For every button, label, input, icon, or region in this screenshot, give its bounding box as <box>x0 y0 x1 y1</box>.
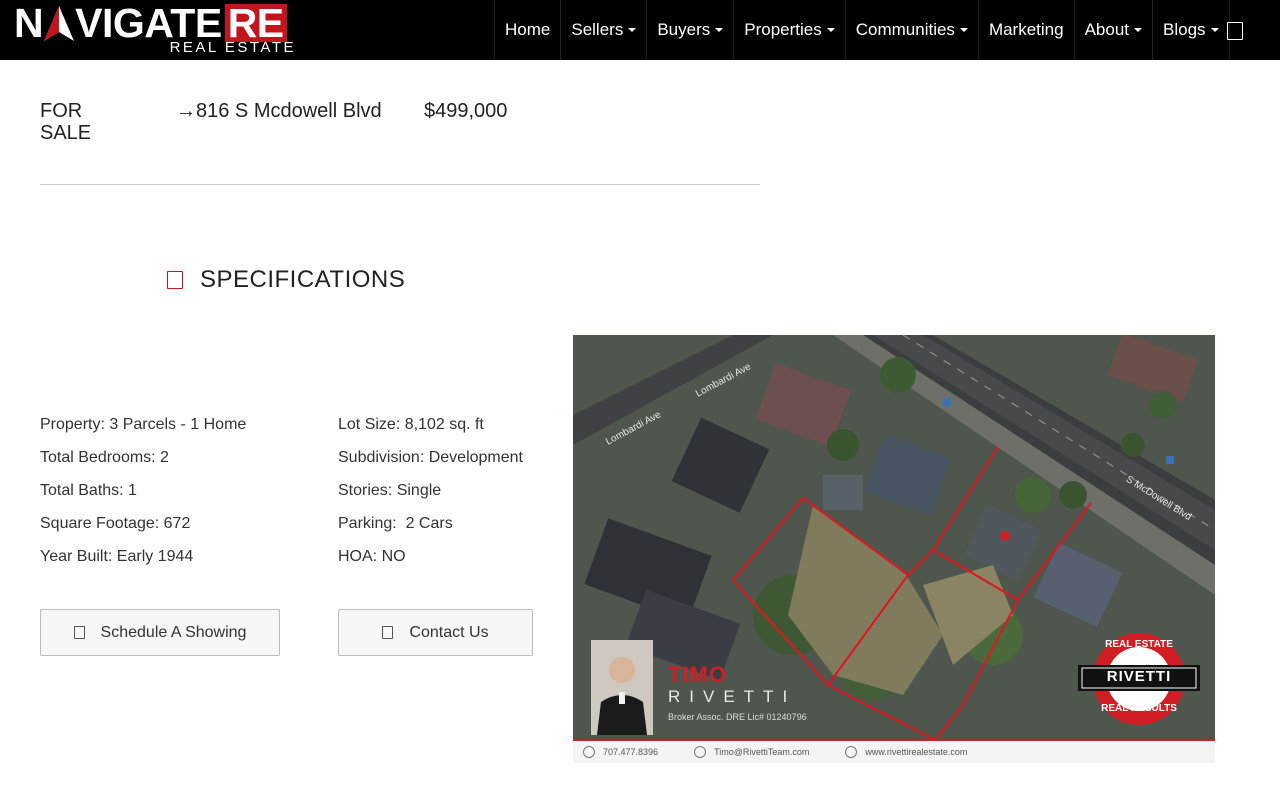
nav-sellers[interactable]: Sellers <box>560 0 646 60</box>
email-icon <box>694 746 707 758</box>
logo-arrow-a-icon <box>43 4 75 42</box>
caret-down-icon <box>1210 28 1219 32</box>
spec-baths: Total Baths: 1 <box>40 482 137 499</box>
spec-hoa: HOA: NO <box>338 548 406 565</box>
nav-label: About <box>1084 20 1130 39</box>
nav-properties[interactable]: Properties <box>733 0 844 60</box>
website-item: www.rivettirealestate.com <box>845 746 967 758</box>
phone-icon <box>583 746 595 758</box>
agent-first-name: TIMO <box>668 662 727 687</box>
caret-down-icon <box>959 28 968 32</box>
spec-property: Property: 3 Parcels - 1 Home <box>40 416 247 433</box>
divider <box>40 184 760 185</box>
site-logo[interactable]: N VIGATE RE REAL ESTATE <box>14 3 296 57</box>
search-icon[interactable] <box>1227 22 1243 40</box>
section-title: SPECIFICATIONS <box>200 266 406 293</box>
logo-wordmark: N VIGATE RE <box>14 3 287 44</box>
spec-bedrooms: Total Bedrooms: 2 <box>40 449 169 466</box>
nav-blogs[interactable]: Blogs <box>1152 0 1230 60</box>
contact-us-button[interactable]: Contact Us <box>338 609 533 656</box>
spec-stories: Stories: Single <box>338 482 442 499</box>
schedule-showing-button[interactable]: Schedule A Showing <box>40 609 280 656</box>
phone-item: 707.477.8396 <box>583 746 658 758</box>
spec-year-built: Year Built: Early 1944 <box>40 548 194 565</box>
phone-text: 707.477.8396 <box>603 747 659 757</box>
email-text: Timo@RivettiTeam.com <box>714 747 810 757</box>
main-nav: Home Sellers Buyers Properties Communiti… <box>494 0 1230 60</box>
nav-marketing[interactable]: Marketing <box>977 0 1074 60</box>
spec-square-footage: Square Footage: 672 <box>40 515 191 532</box>
nav-label: Buyers <box>657 20 711 39</box>
logo-subtitle: REAL ESTATE <box>169 39 296 56</box>
listing-status: FOR SALE <box>40 100 92 144</box>
badge-top-text: REAL ESTATE <box>1105 639 1173 650</box>
nav-label: Marketing <box>988 20 1064 39</box>
website-text: www.rivettirealestate.com <box>865 747 968 757</box>
button-label: Contact Us <box>409 623 489 641</box>
button-label: Schedule A Showing <box>100 623 247 641</box>
envelope-icon <box>382 626 394 639</box>
listing-address[interactable]: →816 S Mcdowell Blvd <box>176 100 382 122</box>
spec-parking: Parking: 2 Cars <box>338 515 453 532</box>
badge-bottom-text: REAL RESULTS <box>1101 703 1177 714</box>
email-item: Timo@RivettiTeam.com <box>694 746 809 758</box>
caret-down-icon <box>1134 28 1143 32</box>
caret-down-icon <box>628 28 637 32</box>
nav-communities[interactable]: Communities <box>844 0 978 60</box>
globe-icon <box>845 746 858 758</box>
spec-subdivision: Subdivision: Development <box>338 449 523 466</box>
nav-label: Blogs <box>1163 20 1206 39</box>
caret-down-icon <box>826 28 835 32</box>
spec-lot-size: Lot Size: 8,102 sq. ft <box>338 416 484 433</box>
logo-re-box: RE <box>224 3 287 44</box>
list-icon <box>167 271 183 289</box>
calendar-icon <box>73 626 85 639</box>
spec-list-left: Property: 3 Parcels - 1 Home Total Bedro… <box>40 415 246 580</box>
listing-price: $499,000 <box>424 100 508 122</box>
agent-headshot <box>591 640 653 735</box>
site-header: N VIGATE RE REAL ESTATE Home Sellers Buyer… <box>0 0 1280 60</box>
nav-label: Home <box>505 20 551 39</box>
caret-down-icon <box>715 28 724 32</box>
nav-label: Sellers <box>571 20 624 39</box>
logo-letter-n: N <box>14 0 44 46</box>
property-aerial-photo[interactable]: Lombardi Ave Lombardi Ave S McDowell Blv… <box>573 335 1215 763</box>
nav-about[interactable]: About <box>1073 0 1152 60</box>
agent-last-name: RIVETTI <box>668 687 797 706</box>
nav-buyers[interactable]: Buyers <box>646 0 733 60</box>
photo-contact-strip: 707.477.8396 Timo@RivettiTeam.com www.ri… <box>573 739 1215 763</box>
rivetti-badge-logo: RIVETTI REAL ESTATE REAL RESULTS <box>1078 631 1200 727</box>
badge-name: RIVETTI <box>1106 668 1172 685</box>
agent-license: Broker Assoc. DRE Lic# 01240796 <box>668 712 807 722</box>
spec-list-right: Lot Size: 8,102 sq. ft Subdivision: Deve… <box>338 415 523 580</box>
nav-label: Communities <box>855 20 955 39</box>
nav-label: Properties <box>744 20 822 39</box>
nav-home[interactable]: Home <box>494 0 560 60</box>
